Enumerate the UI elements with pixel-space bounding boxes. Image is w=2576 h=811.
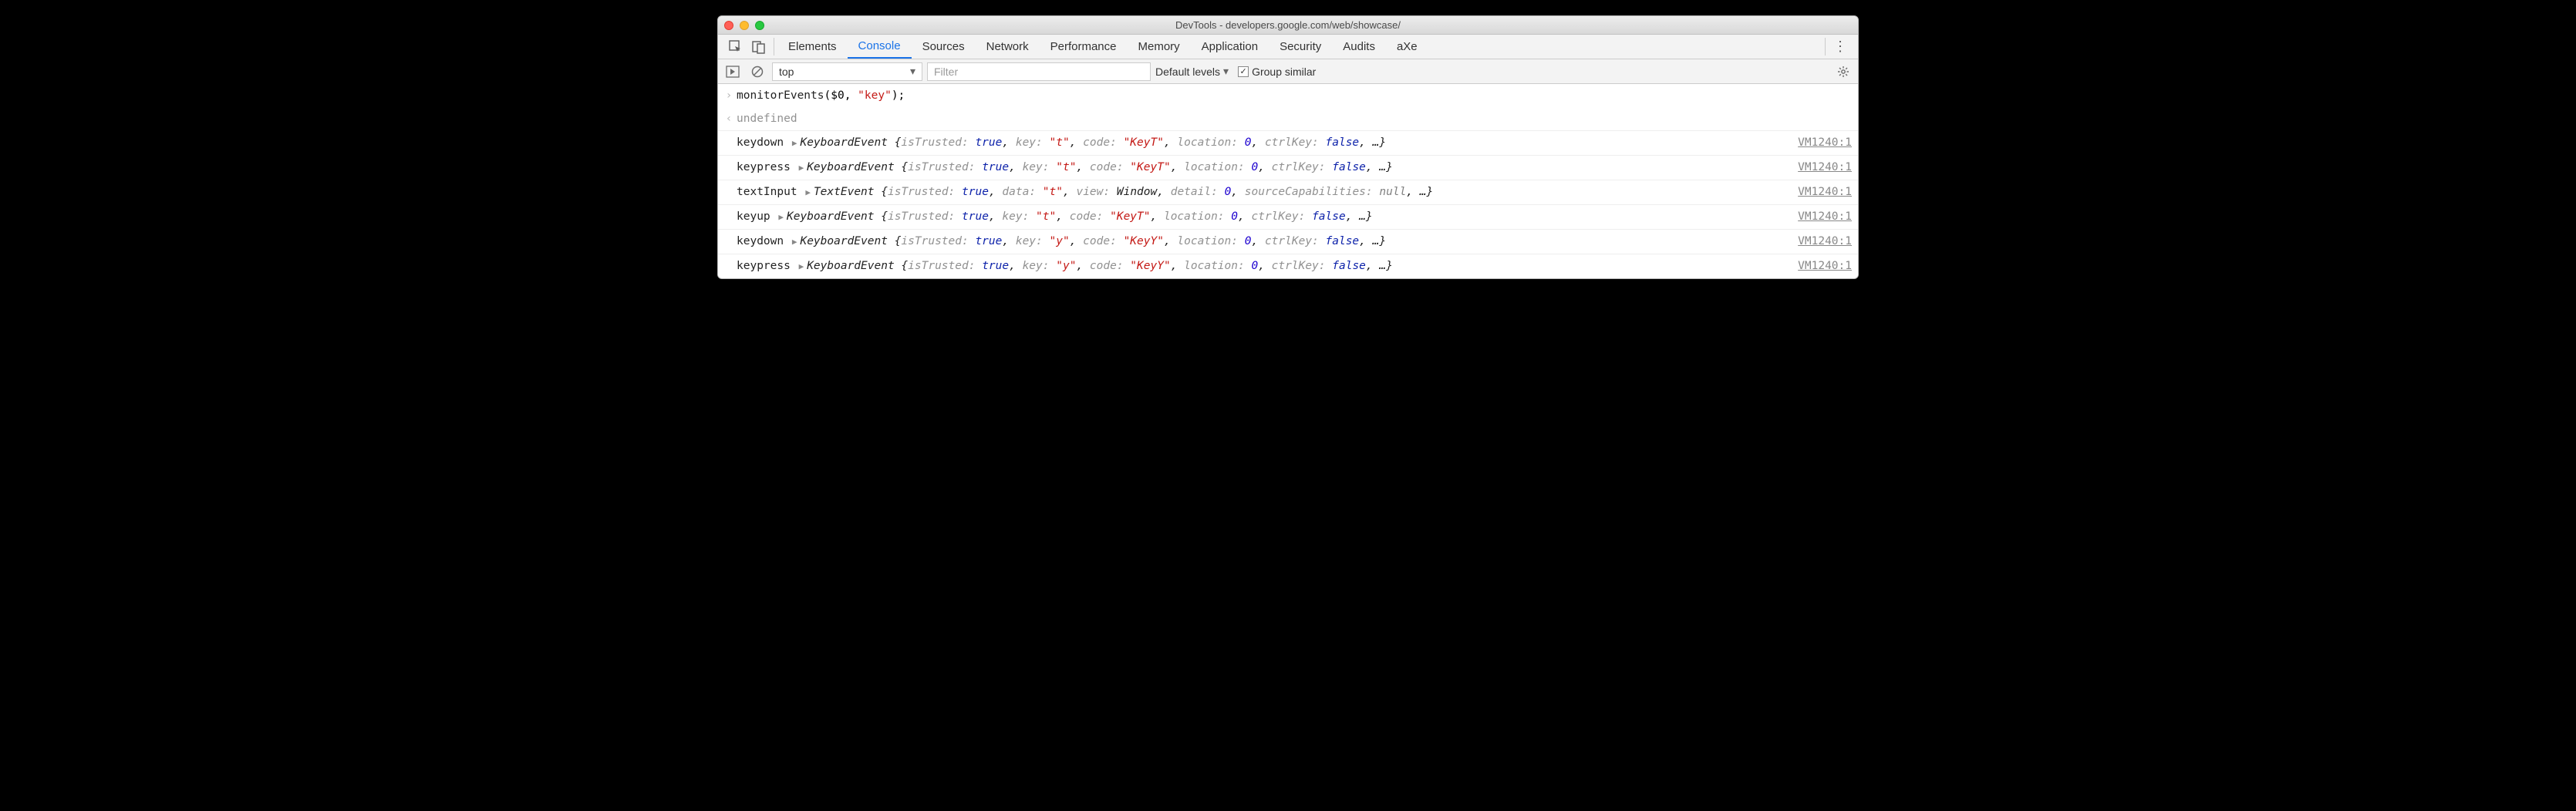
tab-axe[interactable]: aXe [1386,35,1428,59]
log-content[interactable]: textInput ▶TextEvent {isTrusted: true, d… [737,183,1790,201]
expand-triangle-icon[interactable]: ▶ [804,187,814,197]
dropdown-caret-icon: ▾ [910,65,915,78]
tab-application[interactable]: Application [1191,35,1269,59]
group-similar-label: Group similar [1252,66,1316,78]
tab-sources[interactable]: Sources [912,35,976,59]
panel-tabs: ElementsConsoleSourcesNetworkPerformance… [777,35,1428,59]
tab-elements[interactable]: Elements [777,35,848,59]
log-content[interactable]: keydown ▶KeyboardEvent {isTrusted: true,… [737,233,1790,251]
tab-network[interactable]: Network [976,35,1040,59]
console-input-row[interactable]: › monitorEvents($0, "key"); [718,84,1858,107]
source-link[interactable]: VM1240:1 [1790,208,1852,225]
expand-triangle-icon[interactable]: ▶ [791,237,801,247]
close-window-button[interactable] [724,21,733,30]
expand-triangle-icon[interactable]: ▶ [777,212,787,222]
source-link[interactable]: VM1240:1 [1790,134,1852,151]
devtools-tabbar: ElementsConsoleSourcesNetworkPerformance… [718,35,1858,59]
levels-label: Default levels [1155,66,1220,78]
tab-security[interactable]: Security [1269,35,1332,59]
tab-performance[interactable]: Performance [1040,35,1128,59]
console-settings-icon[interactable] [1833,66,1853,78]
source-link[interactable]: VM1240:1 [1790,233,1852,250]
filter-input-wrap[interactable] [927,62,1151,81]
zoom-window-button[interactable] [755,21,764,30]
return-icon: ‹ [721,110,737,127]
inspect-element-icon[interactable] [724,35,747,59]
execution-context-select[interactable]: top ▾ [772,62,922,81]
context-value: top [779,66,794,78]
log-content[interactable]: keypress ▶KeyboardEvent {isTrusted: true… [737,257,1790,275]
log-content[interactable]: keyup ▶KeyboardEvent {isTrusted: true, k… [737,208,1790,226]
window-title: DevTools - developers.google.com/web/sho… [718,19,1858,31]
devtools-window: DevTools - developers.google.com/web/sho… [717,15,1859,279]
expand-triangle-icon[interactable]: ▶ [791,138,801,148]
console-log-row: keypress ▶KeyboardEvent {isTrusted: true… [718,156,1858,180]
dropdown-caret-icon: ▾ [1223,65,1229,78]
toggle-sidebar-icon[interactable] [723,62,743,81]
more-options-icon[interactable]: ⋮ [1829,35,1852,59]
console-log-row: textInput ▶TextEvent {isTrusted: true, d… [718,180,1858,205]
device-toolbar-icon[interactable] [747,35,770,59]
console-result-row: ‹ undefined [718,107,1858,131]
console-output: › monitorEvents($0, "key"); ‹ undefined … [718,84,1858,278]
traffic-lights [724,21,764,30]
minimize-window-button[interactable] [740,21,749,30]
source-link[interactable]: VM1240:1 [1790,183,1852,200]
filter-input[interactable] [934,66,1144,78]
group-similar-checkbox[interactable]: ✓ Group similar [1238,66,1316,78]
tab-memory[interactable]: Memory [1128,35,1191,59]
clear-console-icon[interactable] [747,62,767,81]
expand-triangle-icon[interactable]: ▶ [797,163,808,173]
source-link[interactable]: VM1240:1 [1790,159,1852,176]
console-input-text: monitorEvents($0, "key"); [737,87,1852,104]
separator [1825,38,1826,56]
log-content[interactable]: keydown ▶KeyboardEvent {isTrusted: true,… [737,134,1790,152]
console-log-row: keypress ▶KeyboardEvent {isTrusted: true… [718,254,1858,278]
checkbox-icon: ✓ [1238,66,1249,77]
tab-console[interactable]: Console [848,35,912,59]
window-titlebar: DevTools - developers.google.com/web/sho… [718,16,1858,35]
console-log-row: keydown ▶KeyboardEvent {isTrusted: true,… [718,230,1858,254]
prompt-icon: › [721,87,737,104]
console-log-row: keydown ▶KeyboardEvent {isTrusted: true,… [718,131,1858,156]
tab-audits[interactable]: Audits [1332,35,1386,59]
expand-triangle-icon[interactable]: ▶ [797,261,808,271]
console-log-row: keyup ▶KeyboardEvent {isTrusted: true, k… [718,205,1858,230]
log-content[interactable]: keypress ▶KeyboardEvent {isTrusted: true… [737,159,1790,177]
source-link[interactable]: VM1240:1 [1790,257,1852,274]
undefined-value: undefined [737,113,797,125]
console-toolbar: top ▾ Default levels ▾ ✓ Group similar [718,59,1858,84]
log-levels-select[interactable]: Default levels ▾ [1155,65,1229,78]
